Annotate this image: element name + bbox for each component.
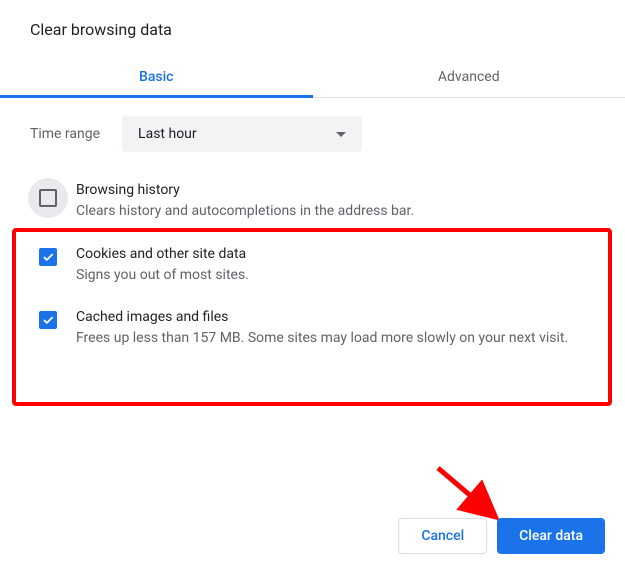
option-title: Cached images and files — [76, 309, 595, 325]
dialog-footer: Cancel Clear data — [398, 518, 605, 554]
check-icon — [41, 313, 55, 327]
time-range-value: Last hour — [138, 126, 197, 142]
tabs: Basic Advanced — [0, 57, 625, 98]
checkbox-cache[interactable] — [39, 311, 57, 329]
clear-data-button[interactable]: Clear data — [497, 518, 605, 554]
option-desc: Clears history and autocompletions in th… — [76, 202, 595, 222]
option-browsing-history[interactable]: Browsing history Clears history and auto… — [0, 162, 625, 234]
cancel-button[interactable]: Cancel — [398, 518, 487, 554]
option-title: Browsing history — [76, 182, 595, 198]
option-title: Cookies and other site data — [76, 246, 595, 262]
chevron-down-icon — [336, 132, 346, 137]
option-cookies[interactable]: Cookies and other site data Signs you ou… — [0, 234, 625, 298]
tab-basic[interactable]: Basic — [0, 57, 313, 97]
time-range-row: Time range Last hour — [0, 98, 625, 162]
option-cache[interactable]: Cached images and files Frees up less th… — [0, 297, 625, 361]
dialog-title: Clear browsing data — [0, 0, 625, 39]
time-range-label: Time range — [30, 126, 100, 142]
checkbox-unchecked-icon — [39, 189, 57, 207]
option-desc: Frees up less than 157 MB. Some sites ma… — [76, 329, 595, 349]
check-icon — [41, 250, 55, 264]
checkbox-cookies[interactable] — [39, 248, 57, 266]
checkbox-browsing-history[interactable] — [28, 178, 68, 218]
tab-advanced[interactable]: Advanced — [313, 57, 625, 97]
option-desc: Signs you out of most sites. — [76, 266, 595, 286]
time-range-select[interactable]: Last hour — [122, 116, 362, 152]
